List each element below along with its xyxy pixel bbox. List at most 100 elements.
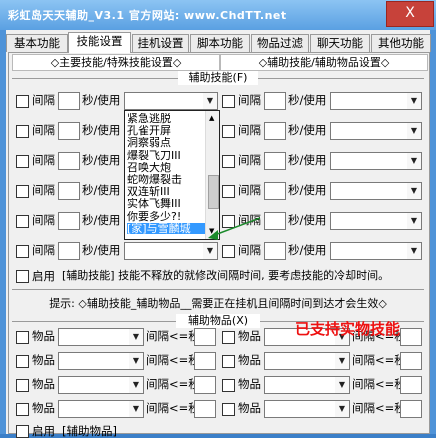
skill-enable-checkbox[interactable]	[222, 155, 235, 168]
item-interval-input[interactable]	[194, 376, 216, 394]
item-enable-checkbox[interactable]	[222, 355, 235, 368]
chevron-down-icon[interactable]: ▼	[129, 401, 143, 417]
chevron-down-icon[interactable]: ▼	[335, 401, 349, 417]
skill-select[interactable]: ▼	[330, 212, 422, 230]
dropdown-option[interactable]: 蛇吻爆裂击	[127, 174, 205, 186]
skill-enable-checkbox[interactable]	[16, 185, 29, 198]
item-interval-input[interactable]	[194, 400, 216, 418]
item-interval-input[interactable]	[400, 376, 422, 394]
item-enable-checkbox[interactable]	[16, 403, 29, 416]
scroll-up-icon[interactable]: ▲	[209, 114, 214, 122]
enable-aux-items-checkbox[interactable]	[16, 425, 29, 438]
skill-enable-checkbox[interactable]	[222, 185, 235, 198]
interval-input[interactable]	[58, 242, 80, 260]
interval-input[interactable]	[264, 242, 286, 260]
chevron-down-icon[interactable]: ▼	[129, 377, 143, 393]
item-select[interactable]: ▼	[58, 400, 144, 418]
section-aux-skills: ◇辅助技能/辅助物品设置◇	[220, 54, 428, 71]
dropdown-option[interactable]: 爆裂飞刀III	[127, 150, 205, 162]
close-button[interactable]: X	[386, 1, 434, 27]
skill-enable-checkbox[interactable]	[222, 125, 235, 138]
chevron-down-icon[interactable]: ▼	[335, 353, 349, 369]
skill-select[interactable]: ▼	[124, 92, 218, 110]
window-title: 彩虹岛天天辅助_V3.1 官方网站: www.ChdTT.net	[8, 9, 287, 22]
chevron-down-icon[interactable]: ▼	[407, 183, 421, 199]
chevron-down-icon[interactable]: ▼	[407, 243, 421, 259]
skill-enable-checkbox[interactable]	[222, 245, 235, 258]
skill-enable-checkbox[interactable]	[16, 155, 29, 168]
title-bar[interactable]: 彩虹岛天天辅助_V3.1 官方网站: www.ChdTT.net X	[0, 0, 436, 30]
item-interval-input[interactable]	[194, 352, 216, 370]
item-interval-input[interactable]	[194, 328, 216, 346]
skill-enable-checkbox[interactable]	[16, 245, 29, 258]
chevron-down-icon[interactable]: ▼	[407, 213, 421, 229]
chevron-down-icon[interactable]: ▼	[129, 329, 143, 345]
enable-aux-skills-label: 启用	[32, 269, 55, 283]
item-select[interactable]: ▼	[58, 352, 144, 370]
dropdown-option[interactable]: 紧急逃脱	[127, 113, 205, 125]
tab-basic[interactable]: 基本功能	[6, 34, 68, 52]
dropdown-option[interactable]: 双连斩III	[127, 186, 205, 198]
item-select[interactable]: ▼	[264, 400, 350, 418]
dropdown-option[interactable]: [家]与雪麟城	[127, 222, 205, 235]
item-select[interactable]: ▼	[58, 376, 144, 394]
interval-input[interactable]	[264, 212, 286, 230]
item-select[interactable]: ▼	[264, 376, 350, 394]
skill-enable-checkbox[interactable]	[16, 95, 29, 108]
item-interval-input[interactable]	[400, 352, 422, 370]
skill-select[interactable]: ▼	[330, 152, 422, 170]
tab-script[interactable]: 脚本功能	[190, 34, 250, 52]
item-select[interactable]: ▼	[264, 352, 350, 370]
dropdown-option[interactable]: 孔雀开屏	[127, 125, 205, 137]
skill-enable-checkbox[interactable]	[16, 215, 29, 228]
skill-select[interactable]: ▼	[330, 122, 422, 140]
item-enable-checkbox[interactable]	[222, 331, 235, 344]
item-interval-input[interactable]	[400, 400, 422, 418]
sec-use-label: 秒/使用	[288, 243, 327, 257]
interval-input[interactable]	[58, 152, 80, 170]
item-label: 物品	[238, 353, 261, 367]
skill-enable-checkbox[interactable]	[16, 125, 29, 138]
chevron-down-icon[interactable]: ▼	[203, 93, 217, 109]
item-select[interactable]: ▼	[58, 328, 144, 346]
chevron-down-icon[interactable]: ▼	[407, 123, 421, 139]
dropdown-option[interactable]: 召唤大炮	[127, 162, 205, 174]
tab-item-filter[interactable]: 物品过滤	[251, 34, 309, 52]
item-interval-label: 间隔<=秒	[146, 353, 200, 367]
interval-input[interactable]	[58, 122, 80, 140]
enable-aux-skills-checkbox[interactable]	[16, 270, 29, 283]
skill-select[interactable]: ▼	[330, 242, 422, 260]
interval-input[interactable]	[58, 212, 80, 230]
item-enable-checkbox[interactable]	[222, 379, 235, 392]
tab-chat[interactable]: 聊天功能	[310, 34, 370, 52]
skill-select[interactable]: ▼	[124, 242, 218, 260]
interval-label: 间隔	[238, 243, 261, 257]
item-enable-checkbox[interactable]	[222, 403, 235, 416]
interval-input[interactable]	[264, 152, 286, 170]
tab-afk-settings[interactable]: 挂机设置	[132, 34, 189, 52]
item-enable-checkbox[interactable]	[16, 355, 29, 368]
skill-enable-checkbox[interactable]	[222, 95, 235, 108]
scrollbar-thumb[interactable]	[208, 175, 219, 209]
chevron-down-icon[interactable]: ▼	[407, 93, 421, 109]
item-enable-checkbox[interactable]	[16, 379, 29, 392]
interval-input[interactable]	[58, 182, 80, 200]
chevron-down-icon[interactable]: ▼	[335, 377, 349, 393]
dropdown-option[interactable]: 洞察弱点	[127, 137, 205, 149]
chevron-down-icon[interactable]: ▼	[203, 243, 217, 259]
skill-select[interactable]: ▼	[330, 92, 422, 110]
chevron-down-icon[interactable]: ▼	[407, 153, 421, 169]
interval-input[interactable]	[264, 92, 286, 110]
interval-input[interactable]	[264, 122, 286, 140]
sec-use-label: 秒/使用	[288, 153, 327, 167]
chevron-down-icon[interactable]: ▼	[129, 353, 143, 369]
interval-input[interactable]	[264, 182, 286, 200]
tab-other[interactable]: 其他功能	[371, 34, 431, 52]
dropdown-option[interactable]: 你要多少?!	[127, 211, 205, 223]
item-interval-input[interactable]	[400, 328, 422, 346]
interval-input[interactable]	[58, 92, 80, 110]
dropdown-option[interactable]: 实体飞舞III	[127, 198, 205, 210]
skill-select[interactable]: ▼	[330, 182, 422, 200]
item-enable-checkbox[interactable]	[16, 331, 29, 344]
tab-skill-settings[interactable]: 技能设置	[68, 32, 131, 53]
